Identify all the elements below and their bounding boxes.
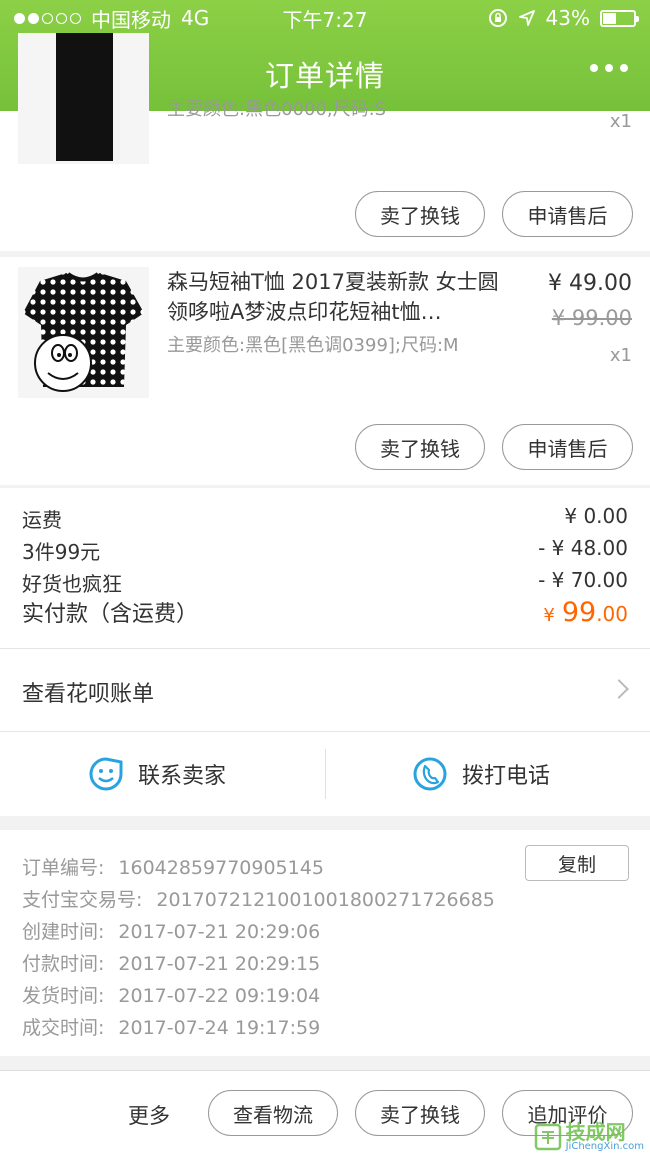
view-logistics-button[interactable]: 查看物流 — [208, 1090, 338, 1136]
carrier-label: 中国移动 — [91, 7, 171, 32]
product-title-2[interactable]: 森马短袖T恤 2017夏装新款 女士圆领哆啦A梦波点印花短袖t恤… — [167, 267, 507, 327]
discount-label-1: 3件99元 — [22, 540, 101, 564]
discount-row-2: 好货也疯狂 - ¥ 70.00 — [22, 568, 628, 597]
chat-smile-icon — [89, 757, 123, 791]
bottom-action-bar: 更多 查看物流 卖了换钱 追加评价 技成网 JiChengXin.com — [0, 1070, 650, 1156]
product-spec-2: 主要颜色:黑色[黑色调0399];尺码:M — [167, 335, 459, 356]
discount-value-1: - ¥ 48.00 — [538, 536, 628, 560]
call-phone-button[interactable]: 拨打电话 — [412, 756, 550, 792]
order-number-value: 16042859770905145 — [118, 857, 324, 879]
order-info: 订单编号: 16042859770905145 复制 支付宝交易号: 2017072… — [0, 830, 650, 1056]
huabei-bill-row[interactable]: 查看花呗账单 — [0, 649, 650, 731]
sell-button-1[interactable]: 卖了换钱 — [355, 191, 485, 237]
paid-row: 实付款（含运费） ¥ 99.00 — [22, 596, 628, 628]
product-qty-1: x1 — [609, 111, 632, 132]
paid-time-label: 付款时间: — [22, 953, 105, 975]
discount-label-2: 好货也疯狂 — [22, 572, 122, 596]
huabei-label: 查看花呗账单 — [22, 682, 155, 707]
shipped-time-label: 发货时间: — [22, 985, 105, 1007]
alipay-number-row: 支付宝交易号: 2017072121001001800271726685 — [22, 885, 495, 912]
paid-time-value: 2017-07-21 20:29:15 — [118, 953, 321, 975]
product-price-2: ¥ 49.00 — [548, 271, 632, 296]
shipped-time-value: 2017-07-22 09:19:04 — [118, 985, 321, 1007]
page-title: 订单详情 — [264, 58, 385, 93]
copy-button[interactable]: 复制 — [525, 845, 629, 881]
rotation-lock-icon — [488, 9, 507, 27]
order-item-1: 主要颜色:黑色0000,尺码:S x1 卖了换钱 申请售后 — [0, 33, 650, 251]
more-button[interactable]: 更多 — [128, 1100, 170, 1130]
product-original-price-2: ¥ 99.00 — [551, 306, 632, 330]
product-image-2[interactable] — [18, 267, 149, 398]
product-spec-1: 主要颜色:黑色0000,尺码:S — [167, 99, 387, 120]
fee-summary: 运费 ¥ 0.00 3件99元 - ¥ 48.00 好货也疯狂 - ¥ 70.0… — [0, 488, 650, 648]
created-time-row: 创建时间: 2017-07-21 20:29:06 — [22, 917, 320, 944]
call-phone-label: 拨打电话 — [462, 764, 551, 789]
product-qty-2: x1 — [609, 345, 632, 366]
shipping-value: ¥ 0.00 — [564, 504, 628, 528]
alipay-number-value: 2017072121001001800271726685 — [156, 889, 495, 911]
shipped-time-row: 发货时间: 2017-07-22 09:19:04 — [22, 981, 320, 1008]
after-sale-button-1[interactable]: 申请售后 — [502, 191, 633, 237]
paid-time-row: 付款时间: 2017-07-21 20:29:15 — [22, 949, 320, 976]
watermark-url: JiChengXin.com — [565, 1141, 644, 1152]
chevron-right-icon — [609, 679, 629, 699]
closed-time-label: 成交时间: — [22, 1017, 105, 1039]
contact-seller-label: 联系卖家 — [138, 764, 227, 789]
contact-bar: 联系卖家 拨打电话 — [0, 732, 650, 816]
sell-button-bottom[interactable]: 卖了换钱 — [355, 1090, 485, 1136]
status-bar: 中国移动 4G 下午7:27 43% — [0, 0, 650, 36]
alipay-number-label: 支付宝交易号: — [22, 889, 143, 911]
discount-value-2: - ¥ 70.00 — [538, 568, 628, 592]
sell-button-2[interactable]: 卖了换钱 — [355, 424, 485, 470]
order-number-row: 订单编号: 16042859770905145 — [22, 853, 324, 880]
phone-icon — [413, 757, 447, 791]
after-sale-button-2[interactable]: 申请售后 — [502, 424, 633, 470]
closed-time-row: 成交时间: 2017-07-24 19:17:59 — [22, 1013, 320, 1040]
paid-label: 实付款（含运费） — [22, 602, 199, 627]
network-label: 4G — [181, 6, 210, 30]
shipping-row: 运费 ¥ 0.00 — [22, 504, 628, 533]
discount-row-1: 3件99元 - ¥ 48.00 — [22, 536, 628, 565]
clock: 下午7:27 — [282, 7, 368, 32]
product-image-1[interactable] — [18, 33, 149, 164]
battery-percent: 43% — [545, 6, 590, 30]
created-time-label: 创建时间: — [22, 921, 105, 943]
contact-seller-button[interactable]: 联系卖家 — [88, 756, 226, 792]
closed-time-value: 2017-07-24 19:17:59 — [118, 1017, 321, 1039]
watermark-logo-icon — [534, 1123, 561, 1151]
paid-amount: ¥ 99.00 — [543, 597, 628, 628]
created-time-value: 2017-07-21 20:29:06 — [118, 921, 321, 943]
battery-icon — [600, 9, 639, 27]
order-item-2: 森马短袖T恤 2017夏装新款 女士圆领哆啦A梦波点印花短袖t恤… 主要颜色:黑… — [0, 257, 650, 485]
watermark: 技成网 JiChengXin.com — [534, 1122, 644, 1152]
more-options-icon[interactable] — [590, 64, 628, 72]
divider — [325, 749, 326, 799]
shipping-label: 运费 — [22, 508, 62, 532]
watermark-brand: 技成网 — [565, 1120, 626, 1144]
location-icon — [518, 10, 535, 26]
order-number-label: 订单编号: — [22, 857, 105, 879]
signal-icon — [14, 12, 81, 24]
